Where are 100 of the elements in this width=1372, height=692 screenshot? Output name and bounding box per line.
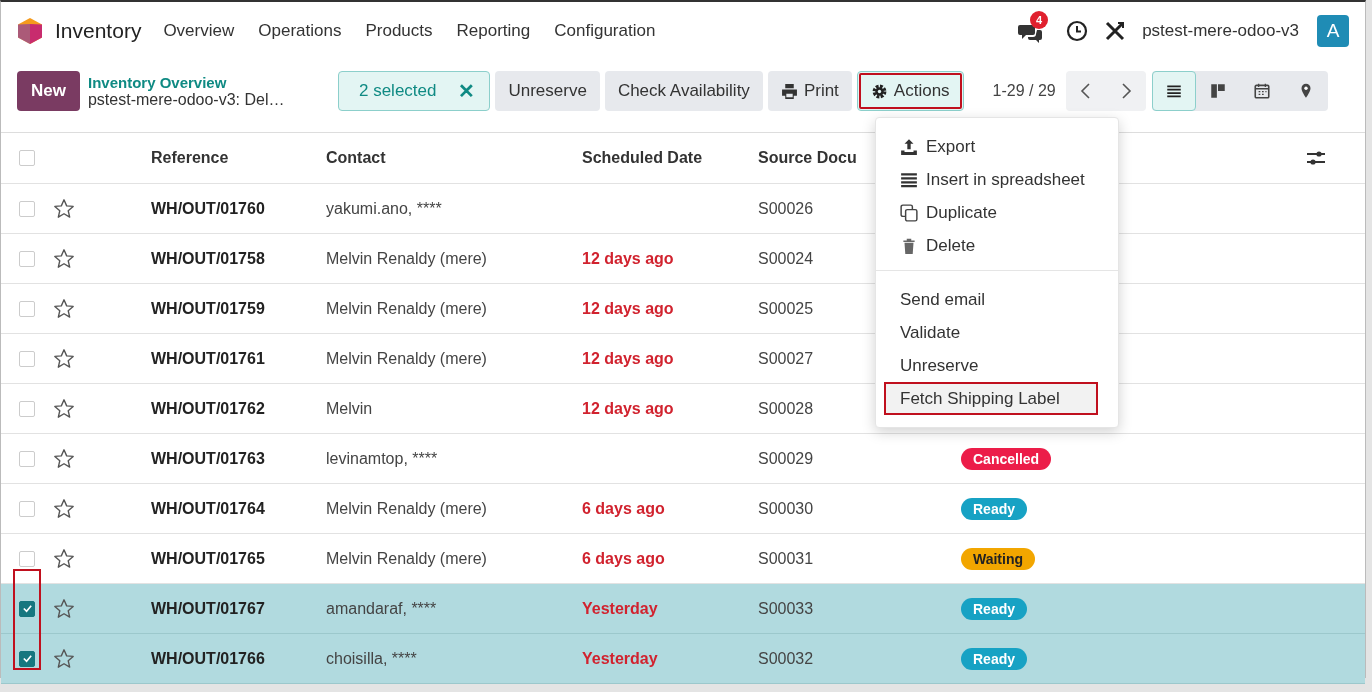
contact-cell: Melvin Renaldy (mere): [326, 299, 487, 318]
user-avatar[interactable]: A: [1317, 15, 1349, 47]
status-badge: Ready: [961, 647, 1028, 670]
menu-item[interactable]: Delete: [876, 229, 1118, 262]
reference-cell: WH/OUT/01765: [151, 549, 265, 568]
scheduled-date-cell: Yesterday: [582, 649, 658, 667]
scheduled-date-cell: Yesterday: [582, 599, 658, 617]
star-icon[interactable]: [53, 397, 75, 420]
actions-button[interactable]: Actions: [856, 71, 964, 111]
clock-icon[interactable]: [1066, 20, 1089, 42]
source-document-cell: S00031: [758, 549, 814, 568]
contact-cell: Melvin Renaldy (mere): [326, 249, 487, 268]
menu-item[interactable]: Unreserve: [876, 349, 1118, 382]
source-document-cell: S00027: [758, 349, 814, 368]
chevron-left-icon: [1078, 82, 1093, 100]
menu-item[interactable]: Send email: [876, 283, 1118, 316]
contact-cell: Melvin: [326, 399, 373, 418]
source-document-cell: S00028: [758, 399, 814, 418]
list-lines-icon: [900, 170, 918, 189]
tools-icon[interactable]: [1104, 20, 1127, 42]
star-icon[interactable]: [53, 647, 75, 670]
scheduled-date-cell: 12 days ago: [582, 249, 674, 267]
list-view-button[interactable]: [1151, 71, 1196, 111]
reference-cell: WH/OUT/01760: [151, 199, 265, 218]
status-badge: Ready: [961, 597, 1028, 620]
star-icon[interactable]: [53, 597, 75, 620]
toolbar-button[interactable]: Unreserve: [495, 71, 600, 111]
column-header[interactable]: Contact: [326, 149, 386, 167]
menu-item[interactable]: Fetch Shipping Label: [884, 382, 1098, 415]
breadcrumb-link[interactable]: Inventory Overview: [87, 73, 318, 91]
row-checkbox[interactable]: [19, 600, 35, 617]
contact-cell: levinamtop, ****: [326, 449, 438, 468]
contact-cell: Melvin Renaldy (mere): [326, 349, 487, 368]
scheduled-date-cell: 12 days ago: [582, 399, 674, 417]
page-title: pstest-mere-odoo-v3: Del…: [87, 90, 286, 109]
star-icon[interactable]: [53, 497, 75, 520]
reference-cell: WH/OUT/01763: [151, 449, 265, 468]
checkmark-icon: [21, 653, 33, 664]
source-document-cell: S00025: [758, 299, 814, 318]
menu-item[interactable]: Duplicate: [876, 196, 1118, 229]
reference-cell: WH/OUT/01759: [151, 299, 265, 318]
row-checkbox[interactable]: [19, 650, 35, 667]
source-document-cell: S00029: [758, 449, 814, 468]
nav-menu-item[interactable]: Products: [365, 21, 433, 41]
star-icon[interactable]: [53, 347, 75, 370]
scheduled-date-cell: 6 days ago: [582, 499, 665, 517]
sliders-icon[interactable]: [1305, 148, 1327, 168]
kanban-view-icon: [1208, 82, 1227, 100]
reference-cell: WH/OUT/01766: [151, 649, 265, 668]
star-icon[interactable]: [53, 447, 75, 470]
calendar-view-icon: [1252, 82, 1271, 100]
selection-indicator[interactable]: 2 selected ✕: [337, 71, 491, 111]
trash-icon: [900, 236, 918, 255]
new-button[interactable]: New: [17, 71, 80, 111]
menu-item[interactable]: Validate: [876, 316, 1118, 349]
status-badge: Ready: [961, 497, 1028, 520]
reference-cell: WH/OUT/01767: [151, 599, 265, 618]
toolbar-button[interactable]: Check Availability: [604, 71, 763, 111]
column-header[interactable]: Reference: [151, 149, 229, 167]
app-name[interactable]: Inventory: [55, 19, 142, 43]
star-icon[interactable]: [53, 547, 75, 570]
column-header[interactable]: Scheduled Date: [582, 149, 703, 167]
star-icon[interactable]: [53, 247, 75, 270]
duplicate-icon: [900, 203, 918, 222]
nav-menu-item[interactable]: Overview: [163, 21, 235, 41]
list-view-icon: [1164, 82, 1183, 100]
print-button[interactable]: Print: [767, 71, 852, 111]
contact-cell: yakumi.ano, ****: [326, 199, 442, 218]
reference-cell: WH/OUT/01762: [151, 399, 265, 418]
star-icon[interactable]: [53, 297, 75, 320]
hexagon-logo-icon[interactable]: [17, 17, 43, 45]
status-badge: Cancelled: [961, 447, 1052, 470]
checkmark-icon: [21, 603, 33, 614]
scheduled-date-cell: 12 days ago: [582, 299, 674, 317]
contact-cell: Melvin Renaldy (mere): [326, 499, 487, 518]
contact-cell: choisilla, ****: [326, 649, 417, 668]
status-badge: Waiting: [961, 547, 1036, 570]
upload-icon: [900, 137, 918, 156]
reference-cell: WH/OUT/01761: [151, 349, 265, 368]
scheduled-date-cell: 12 days ago: [582, 349, 674, 367]
select-all-checkbox[interactable]: [19, 150, 35, 166]
nav-menu-item[interactable]: Configuration: [554, 21, 656, 41]
notification-count: 4: [1030, 11, 1049, 29]
pager-text: 1-29 / 29: [992, 82, 1056, 100]
chat-icon[interactable]: [1018, 23, 1043, 45]
star-icon[interactable]: [53, 197, 75, 220]
nav-menu-item[interactable]: Reporting: [456, 21, 531, 41]
source-document-cell: S00024: [758, 249, 814, 268]
menu-item[interactable]: Insert in spreadsheet: [876, 163, 1118, 196]
contact-cell: Melvin Renaldy (mere): [326, 549, 487, 568]
source-document-cell: S00032: [758, 649, 814, 668]
menu-item[interactable]: Export: [876, 130, 1118, 163]
scheduled-date-cell: 6 days ago: [582, 549, 665, 567]
column-header[interactable]: Source Docu: [758, 149, 857, 167]
source-document-cell: S00026: [758, 199, 814, 218]
source-document-cell: S00033: [758, 599, 814, 618]
nav-menu-item[interactable]: Operations: [258, 21, 342, 41]
company-name[interactable]: pstest-mere-odoo-v3: [1142, 21, 1299, 41]
clear-selection-icon[interactable]: ✕: [458, 79, 476, 103]
gear-icon: [870, 82, 888, 100]
